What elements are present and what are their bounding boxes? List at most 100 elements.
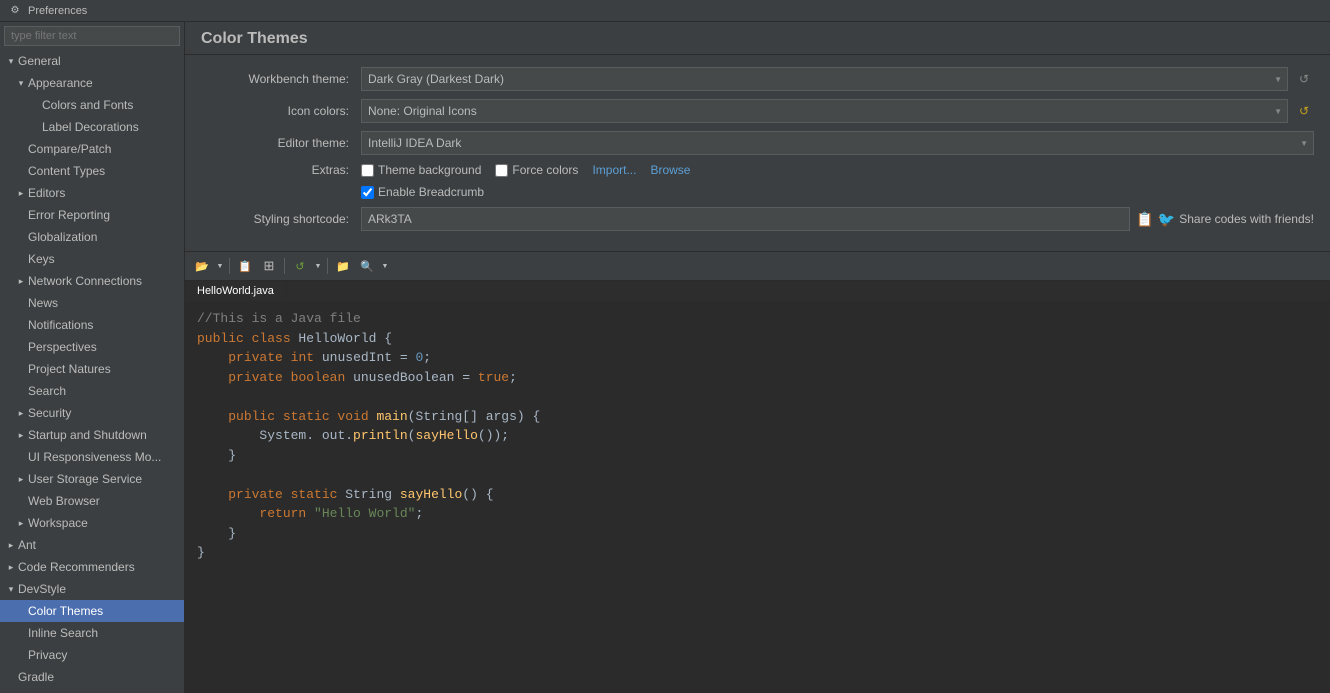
code-line-10: private static String sayHello() {	[197, 485, 1318, 505]
workbench-theme-select[interactable]: Dark Gray (Darkest Dark)	[361, 67, 1288, 91]
sidebar-item-workspace[interactable]: ▸Workspace	[0, 512, 184, 534]
code-line-6: public static void main(String[] args) {	[197, 407, 1318, 427]
force-colors-checkbox-label[interactable]: Force colors	[495, 163, 578, 177]
content-area: Color Themes Workbench theme: Dark Gray …	[185, 22, 1330, 693]
sidebar-item-label-general: General	[18, 52, 61, 70]
extras-row: Extras: Theme background Force colors Im…	[201, 163, 1314, 177]
theme-background-text: Theme background	[378, 163, 481, 177]
toolbar-separator-2	[284, 258, 285, 274]
sidebar-item-compare-patch[interactable]: Compare/Patch	[0, 138, 184, 160]
toolbar-folder-button[interactable]: 📁	[332, 255, 354, 277]
theme-background-checkbox[interactable]	[361, 164, 374, 177]
toolbar-open-button[interactable]: 📂	[191, 255, 213, 277]
sidebar-item-general[interactable]: ▾General	[0, 50, 184, 72]
icon-colors-dropdown-wrap: None: Original Icons	[361, 99, 1288, 123]
sidebar-item-security[interactable]: ▸Security	[0, 402, 184, 424]
editor-theme-label: Editor theme:	[201, 136, 361, 150]
twitter-icon: 🐦	[1158, 211, 1175, 228]
content-header: Color Themes	[185, 22, 1330, 55]
title-bar: ⚙ Preferences	[0, 0, 1330, 22]
tree-container: ▾General▾Appearance Colors and Fonts Lab…	[0, 50, 184, 693]
sidebar-item-project-natures[interactable]: Project Natures	[0, 358, 184, 380]
sidebar-item-help[interactable]: Help	[0, 688, 184, 693]
extras-label: Extras:	[201, 163, 361, 177]
sidebar-item-color-themes[interactable]: Color Themes	[0, 600, 184, 622]
main-layout: ▾General▾Appearance Colors and Fonts Lab…	[0, 22, 1330, 693]
sidebar-item-globalization[interactable]: Globalization	[0, 226, 184, 248]
sidebar-item-ui-responsiveness[interactable]: UI Responsiveness Mo...	[0, 446, 184, 468]
sidebar-item-startup-shutdown[interactable]: ▸Startup and Shutdown	[0, 424, 184, 446]
sidebar-item-content-types[interactable]: Content Types	[0, 160, 184, 182]
enable-breadcrumb-label[interactable]: Enable Breadcrumb	[361, 185, 484, 199]
styling-shortcode-row: Styling shortcode: 📋 🐦 Share codes with …	[201, 207, 1314, 231]
toolbar-paste-button[interactable]: ⊞	[258, 255, 280, 277]
sidebar-item-label-code-recommenders: Code Recommenders	[18, 558, 135, 576]
sidebar-item-network-connections[interactable]: ▸Network Connections	[0, 270, 184, 292]
sidebar-item-label-colors-fonts: Colors and Fonts	[42, 96, 133, 114]
sidebar-item-editors[interactable]: ▸Editors	[0, 182, 184, 204]
browse-button[interactable]: Browse	[650, 163, 690, 177]
sidebar-item-web-browser[interactable]: Web Browser	[0, 490, 184, 512]
code-editor: //This is a Java file public class Hello…	[185, 301, 1330, 693]
code-line-7: System. out.println(sayHello());	[197, 426, 1318, 446]
expand-spacer-compare-patch	[14, 142, 28, 156]
sidebar-item-appearance[interactable]: ▾Appearance	[0, 72, 184, 94]
editor-theme-select[interactable]: IntelliJ IDEA Dark	[361, 131, 1314, 155]
toolbar-search-dropdown[interactable]: ▼	[380, 255, 390, 277]
code-line-11: return "Hello World";	[197, 504, 1318, 524]
file-tab-helloworld[interactable]: HelloWorld.java	[185, 281, 287, 301]
force-colors-checkbox[interactable]	[495, 164, 508, 177]
sidebar-item-search[interactable]: Search	[0, 380, 184, 402]
toolbar-copy-button[interactable]: 📋	[234, 255, 256, 277]
sidebar-item-label-privacy: Privacy	[28, 646, 67, 664]
styling-shortcode-control: 📋 🐦 Share codes with friends!	[361, 207, 1314, 231]
sidebar-item-devstyle[interactable]: ▾DevStyle	[0, 578, 184, 600]
toolbar-refresh-dropdown[interactable]: ▼	[313, 255, 323, 277]
toolbar-search-button[interactable]: 🔍	[356, 255, 378, 277]
icon-colors-refresh-button[interactable]: ↺	[1294, 101, 1314, 121]
sidebar-item-label-user-storage: User Storage Service	[28, 470, 142, 488]
toolbar-separator-1	[229, 258, 230, 274]
window-title: Preferences	[28, 5, 87, 17]
sidebar-item-notifications[interactable]: Notifications	[0, 314, 184, 336]
sidebar-item-label-devstyle: DevStyle	[18, 580, 66, 598]
sidebar-item-error-reporting[interactable]: Error Reporting	[0, 204, 184, 226]
expand-icon-code-recommenders: ▸	[4, 560, 18, 574]
sidebar-item-code-recommenders[interactable]: ▸Code Recommenders	[0, 556, 184, 578]
sidebar-item-user-storage[interactable]: ▸User Storage Service	[0, 468, 184, 490]
clipboard-icon: 📋	[1136, 211, 1153, 228]
sidebar-item-ant[interactable]: ▸Ant	[0, 534, 184, 556]
styling-shortcode-label: Styling shortcode:	[201, 212, 361, 226]
filter-input[interactable]	[4, 26, 180, 46]
icon-colors-select[interactable]: None: Original Icons	[361, 99, 1288, 123]
sidebar-item-label-decorations[interactable]: Label Decorations	[0, 116, 184, 138]
sidebar-item-keys[interactable]: Keys	[0, 248, 184, 270]
sidebar-item-label-notifications: Notifications	[28, 316, 93, 334]
code-line-9	[197, 465, 1318, 485]
enable-breadcrumb-text: Enable Breadcrumb	[378, 185, 484, 199]
editor-theme-control: IntelliJ IDEA Dark	[361, 131, 1314, 155]
code-line-1: //This is a Java file	[197, 309, 1318, 329]
workbench-theme-control: Dark Gray (Darkest Dark) ↺	[361, 67, 1314, 91]
enable-breadcrumb-checkbox[interactable]	[361, 186, 374, 199]
editor-toolbar: 📂 ▼ 📋 ⊞ ↺ ▼ 📁 🔍 ▼	[185, 251, 1330, 281]
sidebar-item-label-globalization: Globalization	[28, 228, 97, 246]
sidebar-item-privacy[interactable]: Privacy	[0, 644, 184, 666]
sidebar-item-perspectives[interactable]: Perspectives	[0, 336, 184, 358]
workbench-theme-refresh-button[interactable]: ↺	[1294, 69, 1314, 89]
toolbar-open-dropdown[interactable]: ▼	[215, 255, 225, 277]
toolbar-refresh-button[interactable]: ↺	[289, 255, 311, 277]
sidebar-item-label-ui-responsiveness: UI Responsiveness Mo...	[28, 448, 161, 466]
form-area: Workbench theme: Dark Gray (Darkest Dark…	[185, 55, 1330, 251]
sidebar-item-gradle[interactable]: Gradle	[0, 666, 184, 688]
sidebar-item-colors-fonts[interactable]: Colors and Fonts	[0, 94, 184, 116]
sidebar-item-label-workspace: Workspace	[28, 514, 88, 532]
sidebar-item-label-perspectives: Perspectives	[28, 338, 97, 356]
styling-shortcode-input[interactable]	[361, 207, 1130, 231]
import-button[interactable]: Import...	[592, 163, 636, 177]
sidebar-item-news[interactable]: News	[0, 292, 184, 314]
file-tabs: HelloWorld.java	[185, 281, 1330, 301]
sidebar-item-inline-search[interactable]: Inline Search	[0, 622, 184, 644]
theme-background-checkbox-label[interactable]: Theme background	[361, 163, 481, 177]
expand-spacer-ui-responsiveness	[14, 450, 28, 464]
